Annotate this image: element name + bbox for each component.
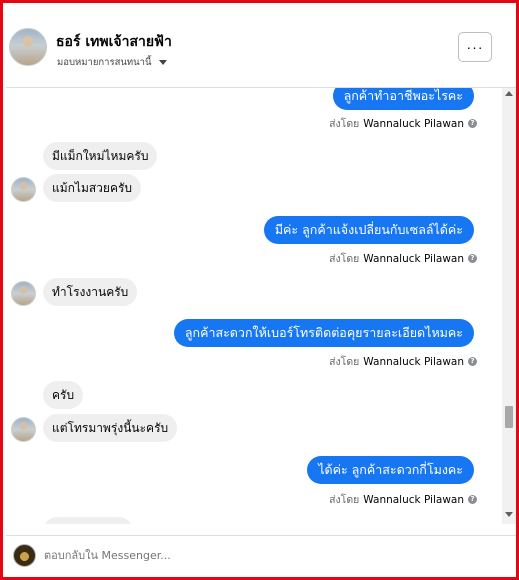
assign-conversation-label: มอบหมายการสนทนานี้ [57, 57, 152, 68]
avatar [11, 417, 36, 442]
scroll-down-icon[interactable] [505, 512, 513, 517]
scrollbar[interactable] [502, 88, 516, 524]
more-options-button[interactable]: ··· [458, 32, 492, 62]
outgoing-message: ลูกค้าทำอาชีพอะไรคะ [332, 88, 474, 110]
avatar [13, 544, 36, 567]
message-thread[interactable]: ลูกค้าทำอาชีพอะไรคะ ส่งโดย Wannaluck Pil… [6, 88, 502, 524]
sent-by-label: ส่งโดย Wannaluck Pilawan ? [329, 353, 477, 370]
sent-by-prefix: ส่งโดย [329, 118, 360, 130]
incoming-message: มีแม็กใหม่ไหมครับ [43, 142, 158, 170]
avatar [11, 281, 36, 306]
incoming-message: แต่โทรมาพรุ่งนี้นะครับ [43, 414, 178, 442]
avatar [11, 177, 36, 202]
outgoing-message: ได้ค่ะ ลูกค้าสะดวกกี่โมงคะ [307, 456, 474, 484]
reply-composer [6, 535, 516, 577]
info-icon[interactable]: ? [468, 357, 477, 366]
chevron-down-icon [158, 60, 167, 65]
sender-name: Wannaluck Pilawan [363, 355, 464, 368]
sent-by-label: ส่งโดย Wannaluck Pilawan ? [329, 115, 477, 132]
outgoing-message: ลูกค้าสะดวกให้เบอร์โทรติดต่อคุยรายละเอีย… [173, 319, 474, 347]
scroll-up-icon[interactable] [505, 91, 513, 96]
page-title: ธอร์ เทพเจ้าสายฟ้า [56, 34, 172, 50]
sent-by-prefix: ส่งโดย [329, 494, 360, 506]
incoming-message: แม้กไมสวยครับ [43, 174, 142, 202]
avatar[interactable] [9, 28, 47, 66]
incoming-message-partial [43, 517, 133, 524]
incoming-message: ครับ [43, 381, 84, 409]
reply-input[interactable] [44, 545, 504, 565]
incoming-message: ทำโรงงานครับ [43, 278, 138, 306]
sent-by-prefix: ส่งโดย [329, 253, 360, 265]
sent-by-label: ส่งโดย Wannaluck Pilawan ? [329, 250, 477, 267]
more-icon: ··· [466, 39, 484, 55]
info-icon[interactable]: ? [468, 119, 477, 128]
sent-by-label: ส่งโดย Wannaluck Pilawan ? [329, 491, 477, 508]
conversation-header: ธอร์ เทพเจ้าสายฟ้า มอบหมายการสนทนานี้ ··… [6, 6, 516, 88]
scroll-thumb[interactable] [505, 406, 513, 428]
info-icon[interactable]: ? [468, 495, 477, 504]
sender-name: Wannaluck Pilawan [363, 493, 464, 506]
app-window: ธอร์ เทพเจ้าสายฟ้า มอบหมายการสนทนานี้ ··… [0, 0, 519, 580]
sender-name: Wannaluck Pilawan [363, 117, 464, 130]
sent-by-prefix: ส่งโดย [329, 356, 360, 368]
assign-conversation-dropdown[interactable]: มอบหมายการสนทนานี้ [57, 55, 167, 70]
sender-name: Wannaluck Pilawan [363, 252, 464, 265]
info-icon[interactable]: ? [468, 254, 477, 263]
outgoing-message: มีค่ะ ลูกค้าแจ้งเปลี่ยนกับเซลล์ได้ค่ะ [263, 216, 474, 244]
